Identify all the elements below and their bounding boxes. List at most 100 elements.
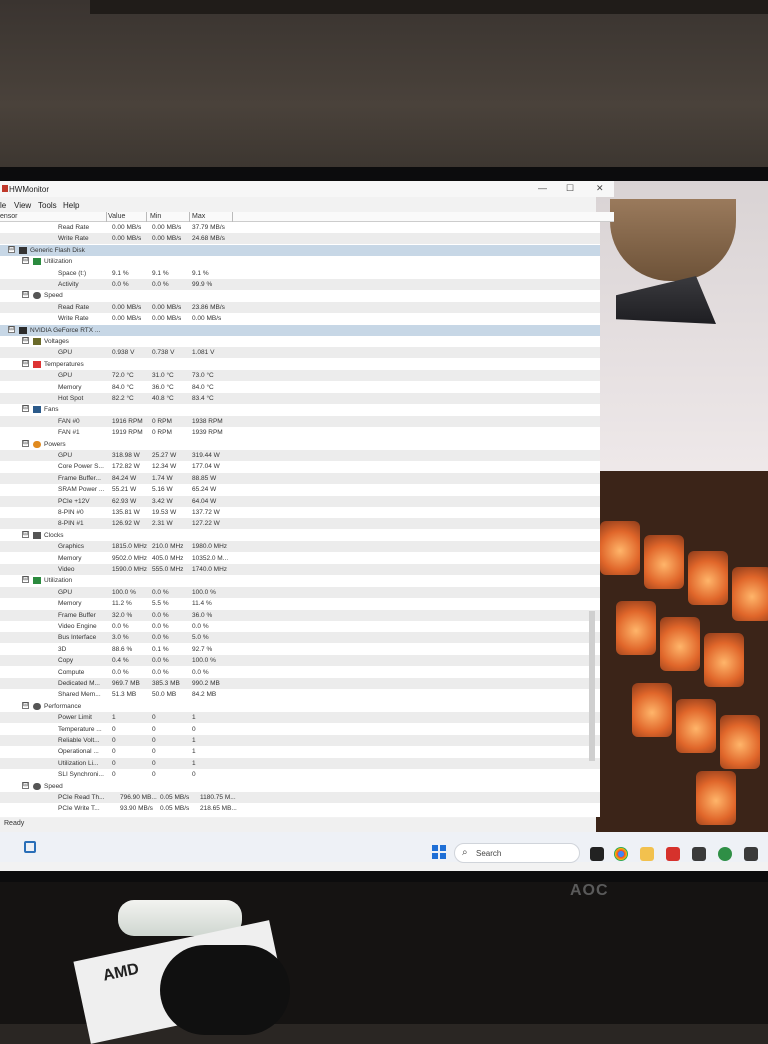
sensor-row[interactable]: Space (t:) 9.1 % 9.1 % 9.1 % [0, 268, 600, 279]
menu-tools[interactable]: Tools [38, 201, 57, 210]
sensor-row[interactable]: Video Engine 0.0 % 0.0 % 0.0 % [0, 621, 600, 632]
device-row[interactable]: ⊟ NVIDIA GeForce RTX ... [0, 324, 600, 336]
sensor-row[interactable]: Read Rate 0.00 MB/s 0.00 MB/s 37.79 MB/s [0, 222, 600, 233]
column-separator[interactable] [232, 212, 233, 222]
group-row[interactable]: ⊟ Speed [0, 290, 600, 301]
column-max[interactable]: Max [192, 213, 205, 220]
sensor-tree[interactable]: Read Rate 0.00 MB/s 0.00 MB/s 37.79 MB/s Wri… [0, 222, 600, 817]
sensor-row[interactable]: Write Rate 0.00 MB/s 0.00 MB/s 24.68 MB/s [0, 233, 600, 245]
sensor-row[interactable]: Operational ... 0 0 1 [0, 746, 600, 757]
sensor-row[interactable]: 8-PIN #0 135.81 W 19.53 W 137.72 W [0, 507, 600, 518]
tree-expander-icon[interactable]: ⊟ [22, 439, 29, 447]
sensor-row[interactable]: Dedicated M... 969.7 MB 385.3 MB 990.2 MB [0, 678, 600, 689]
start-button[interactable] [432, 845, 446, 859]
sensor-row[interactable]: FAN #1 1919 RPM 0 RPM 1939 RPM [0, 427, 600, 438]
sensor-value: 72.0 °C [112, 372, 134, 380]
column-separator[interactable] [106, 212, 107, 222]
sensor-row[interactable]: Frame Buffer 32.0 % 0.0 % 36.0 % [0, 609, 600, 621]
tree-expander-icon[interactable]: ⊟ [22, 337, 29, 344]
sensor-row[interactable]: Shared Mem... 51.3 MB 50.0 MB 84.2 MB [0, 689, 600, 700]
menu-file[interactable]: le [0, 201, 6, 210]
sensor-row[interactable]: Memory 84.0 °C 36.0 °C 84.0 °C [0, 382, 600, 393]
sensor-value: 0.4 % [112, 657, 129, 665]
file-explorer-icon[interactable] [640, 847, 654, 861]
widgets-icon[interactable] [24, 841, 36, 853]
sensor-row[interactable]: GPU 72.0 °C 31.0 °C 73.0 °C [0, 370, 600, 382]
sensor-row[interactable]: PCIe +12V 62.93 W 3.42 W 64.04 W [0, 495, 600, 507]
tree-expander-icon[interactable]: ⊟ [22, 359, 29, 367]
sensor-row[interactable]: GPU 100.0 % 0.0 % 100.0 % [0, 586, 600, 598]
sensor-row[interactable]: Temperature ... 0 0 0 [0, 724, 600, 735]
group-row[interactable]: ⊟ Fans [0, 404, 600, 415]
device-row[interactable]: ⊟ Generic Flash Disk [0, 244, 600, 256]
group-row[interactable]: ⊟ Temperatures [0, 359, 600, 370]
tree-expander-icon[interactable]: ⊟ [22, 530, 29, 538]
app-icon-red[interactable] [666, 847, 680, 861]
menu-help[interactable]: Help [63, 201, 79, 210]
sensor-row[interactable]: Power Limit 1 0 1 [0, 712, 600, 724]
sensor-row[interactable]: 3D 88.6 % 0.1 % 92.7 % [0, 644, 600, 655]
sensor-row[interactable]: SRAM Power ... 55.21 W 5.16 W 65.24 W [0, 484, 600, 495]
sensor-row[interactable]: Memory 11.2 % 5.5 % 11.4 % [0, 598, 600, 609]
group-row[interactable]: ⊟ Speed [0, 781, 600, 792]
sensor-row[interactable]: PCIe Write T... 93.90 MB/s 0.05 MB/s 218.65… [0, 803, 600, 814]
group-row[interactable]: ⊟ Utilization [0, 575, 600, 586]
tree-expander-icon[interactable]: ⊟ [22, 576, 29, 584]
group-row[interactable]: ⊟ Voltages [0, 336, 600, 347]
sensor-row[interactable]: Frame Buffer... 84.24 W 1.74 W 88.85 W [0, 472, 600, 484]
group-row[interactable]: ⊟ Performance [0, 701, 600, 712]
tree-expander-icon[interactable]: ⊟ [22, 257, 29, 265]
sensor-row[interactable]: Utilization Li... 0 0 1 [0, 757, 600, 769]
sensor-row[interactable]: GPU 318.98 W 25.27 W 319.44 W [0, 450, 600, 461]
sensor-row[interactable]: GPU 0.938 V 0.738 V 1.081 V [0, 347, 600, 359]
tree-expander-icon[interactable]: ⊟ [22, 781, 29, 789]
column-value[interactable]: Value [108, 213, 125, 220]
close-button[interactable]: ✕ [596, 183, 604, 194]
chrome-icon[interactable] [614, 847, 628, 861]
sensor-row[interactable]: Reliable Volt... 0 0 1 [0, 735, 600, 746]
terminal-icon[interactable] [590, 847, 604, 861]
sensor-label: Hot Spot [58, 395, 84, 402]
sensor-label: Write Rate [58, 315, 89, 323]
tree-expander-icon[interactable]: ⊟ [22, 405, 29, 413]
sensor-row[interactable]: 8-PIN #1 126.92 W 2.31 W 127.22 W [0, 518, 600, 530]
sensor-row[interactable]: Hot Spot 82.2 °C 40.8 °C 83.4 °C [0, 393, 600, 404]
window-titlebar[interactable]: HWMonitor — ☐ ✕ [0, 181, 614, 197]
taskbar-search[interactable]: ⌕ Search [454, 843, 580, 863]
app-icon-game[interactable] [692, 847, 706, 861]
sensor-row[interactable]: PCIe Read Th... 796.90 MB... 0.05 MB/s 1180… [0, 792, 600, 803]
tree-expander-icon[interactable]: ⊟ [8, 325, 15, 333]
xbox-icon[interactable] [718, 847, 732, 861]
column-separator[interactable] [189, 212, 190, 222]
monitor-brand-logo: AOC [570, 882, 609, 899]
column-separator[interactable] [146, 212, 147, 222]
hwmonitor-app-icon [2, 185, 8, 192]
sensor-row[interactable]: Graphics 1815.0 MHz 210.0 MHz 1980.0 MHz [0, 541, 600, 553]
sensor-row[interactable]: Compute 0.0 % 0.0 % 0.0 % [0, 667, 600, 678]
sensor-row[interactable]: FAN #0 1916 RPM 0 RPM 1938 RPM [0, 415, 600, 427]
minimize-button[interactable]: — [538, 183, 547, 193]
app-icon-game-2[interactable] [744, 847, 758, 861]
vertical-scrollbar[interactable] [589, 611, 595, 761]
tree-expander-icon[interactable]: ⊟ [22, 291, 29, 299]
tree-expander-icon[interactable]: ⊟ [22, 701, 29, 709]
group-row[interactable]: ⊟ Clocks [0, 530, 600, 541]
group-row[interactable]: ⊟ Powers [0, 439, 600, 450]
sensor-label: 8-PIN #1 [58, 520, 84, 528]
menu-view[interactable]: View [14, 201, 31, 210]
maximize-button[interactable]: ☐ [566, 183, 574, 194]
sensor-label: Video Engine [58, 623, 97, 630]
sensor-row[interactable]: Bus Interface 3.0 % 0.0 % 5.0 % [0, 632, 600, 644]
column-sensor[interactable]: ensor [0, 213, 18, 220]
tree-expander-icon[interactable]: ⊟ [8, 245, 15, 253]
sensor-row[interactable]: Video 1590.0 MHz 555.0 MHz 1740.0 MHz [0, 564, 600, 575]
sensor-row[interactable]: Core Power S... 172.82 W 12.34 W 177.04 W [0, 461, 600, 472]
sensor-row[interactable]: Copy 0.4 % 0.0 % 100.0 % [0, 655, 600, 667]
sensor-row[interactable]: Memory 9502.0 MHz 405.0 MHz 10352.0 M... [0, 553, 600, 564]
sensor-row[interactable]: Activity 0.0 % 0.0 % 99.9 % [0, 279, 600, 290]
sensor-row[interactable]: Write Rate 0.00 MB/s 0.00 MB/s 0.00 MB/s [0, 313, 600, 324]
group-row[interactable]: ⊟ Utilization [0, 256, 600, 267]
sensor-row[interactable]: SLI Synchroni... 0 0 0 [0, 769, 600, 780]
column-min[interactable]: Min [150, 213, 161, 220]
sensor-row[interactable]: Read Rate 0.00 MB/s 0.00 MB/s 23.86 MB/s [0, 301, 600, 313]
